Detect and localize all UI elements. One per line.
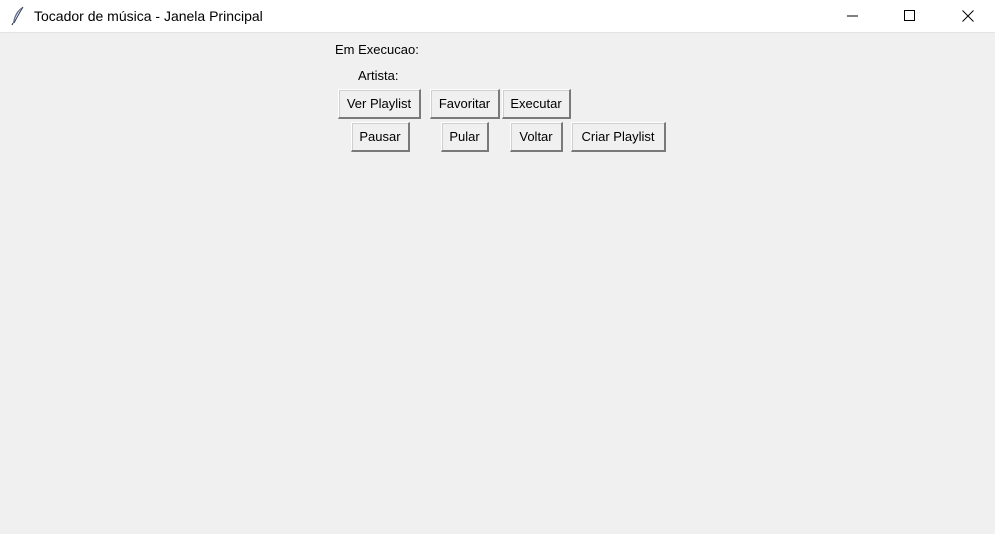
maximize-icon bbox=[904, 10, 916, 22]
back-button[interactable]: Voltar bbox=[510, 122, 563, 152]
close-button[interactable] bbox=[945, 0, 991, 32]
favorite-button[interactable]: Favoritar bbox=[430, 89, 500, 119]
content-area: Em Execucao: Artista: Ver Playlist Favor… bbox=[0, 33, 995, 534]
feather-icon bbox=[10, 6, 26, 26]
now-playing-label: Em Execucao: bbox=[335, 42, 419, 57]
artist-label: Artista: bbox=[358, 68, 399, 83]
minimize-button[interactable] bbox=[830, 0, 876, 32]
play-button[interactable]: Executar bbox=[502, 89, 571, 119]
window-title: Tocador de música - Janela Principal bbox=[34, 8, 263, 24]
maximize-button[interactable] bbox=[887, 0, 933, 32]
close-icon bbox=[962, 10, 974, 22]
skip-button[interactable]: Pular bbox=[441, 122, 489, 152]
view-playlist-button[interactable]: Ver Playlist bbox=[338, 89, 421, 119]
title-bar[interactable]: Tocador de música - Janela Principal bbox=[0, 0, 995, 33]
create-playlist-button[interactable]: Criar Playlist bbox=[571, 122, 666, 152]
main-window: Tocador de música - Janela Principal Em … bbox=[0, 0, 995, 534]
minimize-icon bbox=[847, 10, 859, 22]
pause-button[interactable]: Pausar bbox=[351, 122, 410, 152]
